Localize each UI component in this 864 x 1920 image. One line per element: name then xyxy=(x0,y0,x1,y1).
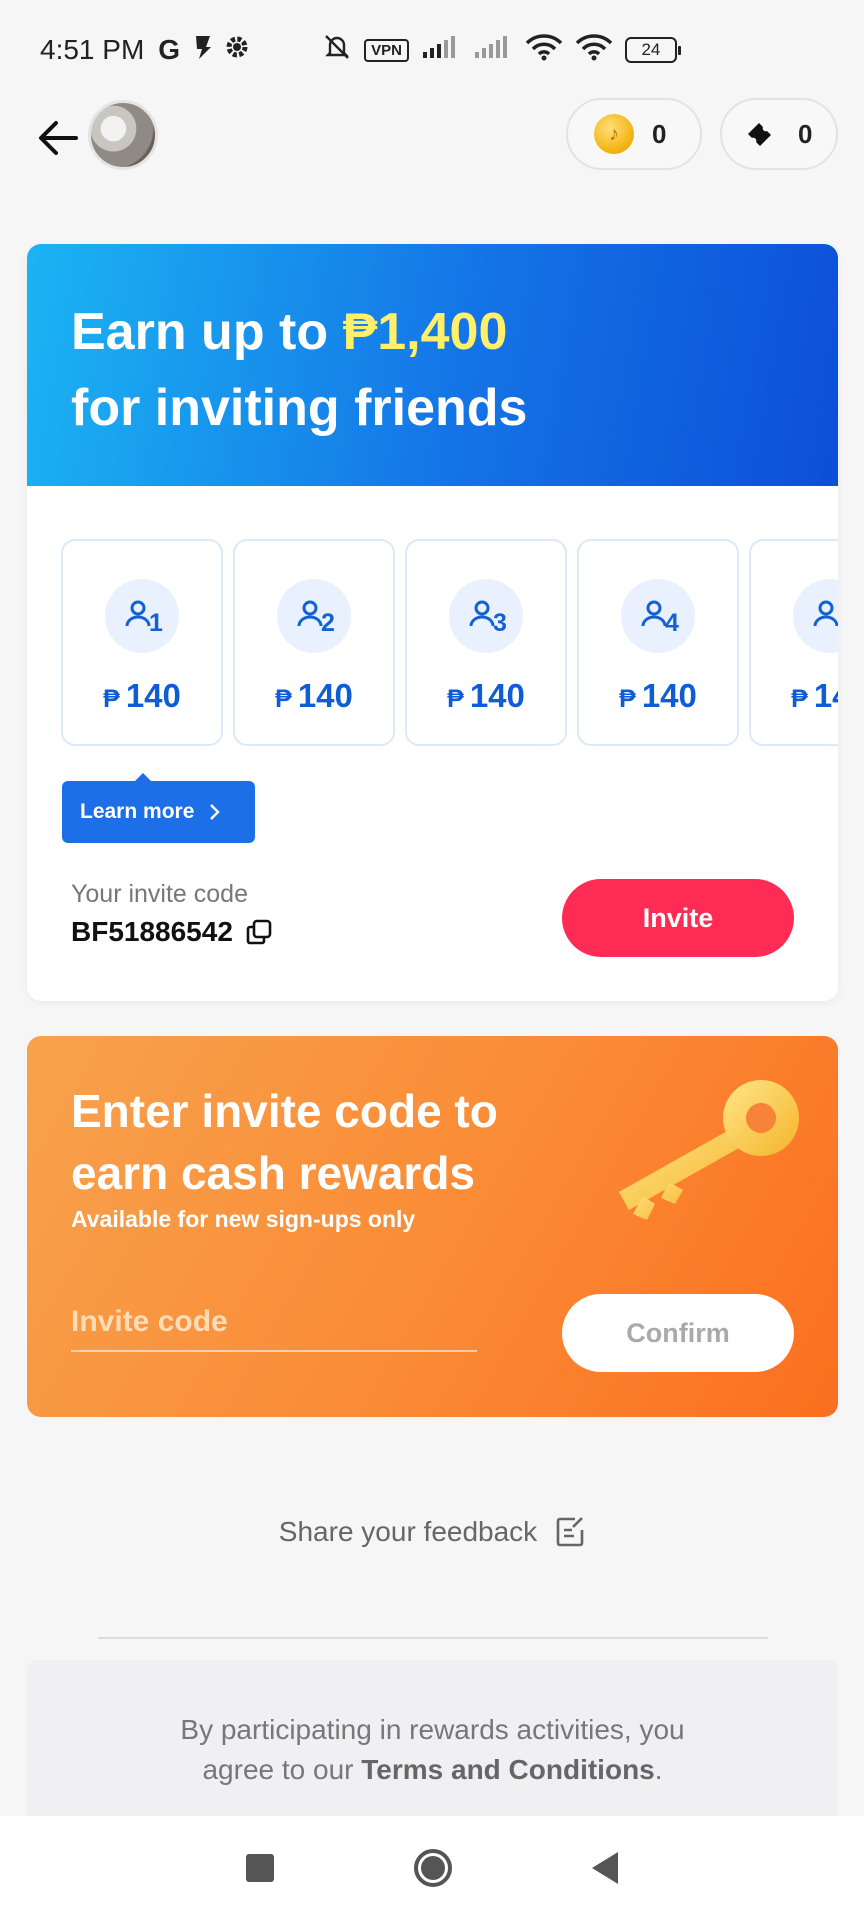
invite-title-prefix: Earn up to xyxy=(71,303,343,361)
currency-symbol: ₱ xyxy=(103,685,120,713)
invite-code-value: BF51886542 xyxy=(71,916,233,947)
divider xyxy=(98,1637,768,1639)
reward-steps: 1 ₱ 140 2 ₱ 140 3 ₱ 140 4 ₱ 140 ₱ 1 xyxy=(61,539,838,746)
recents-button[interactable] xyxy=(246,1854,274,1882)
feedback-label: Share your feedback xyxy=(278,1516,538,1547)
person-icon: 3 xyxy=(449,579,523,653)
coins-pill[interactable]: ♪ 0 xyxy=(566,98,702,170)
currency-symbol: ₱ xyxy=(791,685,808,713)
reward-value: 140 xyxy=(641,677,697,714)
reward-value: 140 xyxy=(297,677,353,714)
terms-line1: By participating in rewards activities, … xyxy=(180,1714,685,1745)
step-number: 1 xyxy=(149,609,163,637)
invite-title-amount: ₱1,400 xyxy=(342,303,508,361)
learn-more-button[interactable]: Learn more xyxy=(62,773,255,843)
reward-value: 140 xyxy=(469,677,525,714)
key-icon xyxy=(619,1080,799,1220)
enter-code-title: Enter invite code to earn cash rewards xyxy=(71,1085,498,1199)
vpn-icon: VPN xyxy=(364,38,409,62)
invite-banner: Earn up to ₱1,400 for inviting friends xyxy=(27,244,838,486)
battery-icon: 24 xyxy=(624,37,681,63)
google-icon: G xyxy=(158,34,181,65)
coin-icon: ♪ xyxy=(594,114,634,154)
arrow-left-icon xyxy=(39,121,78,155)
status-time: 4:51 PM xyxy=(40,34,145,65)
header: ♪ 0 0 xyxy=(0,98,864,188)
step-reward: ₱140 xyxy=(103,677,181,715)
invite-title-line1: Earn up to ₱1,400 xyxy=(71,294,794,370)
person-icon: 1 xyxy=(105,579,179,653)
invite-code: BF51886542 xyxy=(71,916,273,948)
tickets-pill[interactable]: 0 xyxy=(720,98,838,170)
person-icon: 5 xyxy=(793,579,838,653)
step-number: 2 xyxy=(321,609,335,637)
terms-line2-prefix: agree to our xyxy=(202,1754,362,1785)
edit-note-icon xyxy=(556,1517,584,1547)
terms-link[interactable]: Terms and Conditions xyxy=(361,1754,655,1785)
copy-icon[interactable] xyxy=(245,918,273,946)
step-reward: ₱140 xyxy=(275,677,353,715)
signal-icon xyxy=(421,34,461,67)
step-number: 4 xyxy=(665,609,679,637)
reward-step-3: 3 ₱ 140 xyxy=(405,539,567,746)
invite-code-input[interactable] xyxy=(71,1294,477,1352)
tickets-count: 0 xyxy=(798,118,813,149)
wifi-2-icon xyxy=(575,33,613,68)
back-button[interactable] xyxy=(32,112,84,164)
settings-gear-icon xyxy=(224,34,250,67)
terms-notice: By participating in rewards activities, … xyxy=(27,1660,838,1816)
enter-code-subtitle: Available for new sign-ups only xyxy=(71,1206,416,1232)
step-reward: ₱140 xyxy=(447,677,525,715)
status-left: 4:51 PM G xyxy=(40,34,250,67)
step-number: 5 xyxy=(837,609,838,638)
reward-value: 140 xyxy=(125,677,181,714)
step-reward: ₱140 xyxy=(619,677,697,715)
reward-step-5: 5 ₱140 xyxy=(749,539,838,746)
enter-code-card: Enter invite code to earn cash rewards A… xyxy=(27,1036,838,1417)
currency-symbol: ₱ xyxy=(619,685,636,713)
app-notification-icon xyxy=(190,34,214,67)
terms-line2-suffix: . xyxy=(654,1754,663,1785)
currency-symbol: ₱ xyxy=(275,685,292,713)
home-button[interactable] xyxy=(414,1849,452,1887)
system-back-button[interactable] xyxy=(592,1852,618,1884)
status-right: VPN 24 xyxy=(322,32,681,69)
avatar[interactable] xyxy=(88,100,158,170)
person-icon: 4 xyxy=(621,579,695,653)
terms-line2: agree to our Terms and Conditions. xyxy=(27,1750,838,1790)
learn-more-label: Learn more xyxy=(80,800,195,823)
step-number: 3 xyxy=(493,609,507,637)
chevron-right-icon xyxy=(210,804,221,820)
ticket-icon xyxy=(748,123,771,146)
invite-card: Earn up to ₱1,400 for inviting friends 1… xyxy=(27,244,838,1001)
reward-value: 140 xyxy=(813,677,838,714)
confirm-button[interactable]: Confirm xyxy=(562,1294,794,1372)
currency-symbol: ₱ xyxy=(447,685,464,713)
step-reward: ₱140 xyxy=(791,677,838,715)
invite-title-line2: for inviting friends xyxy=(71,379,528,437)
signal-2-icon xyxy=(473,34,513,67)
wifi-icon xyxy=(525,33,563,68)
invite-button[interactable]: Invite xyxy=(562,879,794,957)
bell-muted-icon xyxy=(322,32,352,69)
reward-step-2: 2 ₱ 140 xyxy=(233,539,395,746)
person-icon: 2 xyxy=(277,579,351,653)
reward-step-4: 4 ₱ 140 xyxy=(577,539,739,746)
reward-step-1: 1 ₱ 140 xyxy=(61,539,223,746)
coins-count: 0 xyxy=(652,118,667,149)
status-bar: 4:51 PM G VPN 24 xyxy=(0,0,864,100)
system-nav-bar xyxy=(0,1816,864,1920)
invite-code-label: Your invite code xyxy=(71,880,248,908)
feedback-link[interactable]: Share your feedback xyxy=(0,1516,864,1548)
